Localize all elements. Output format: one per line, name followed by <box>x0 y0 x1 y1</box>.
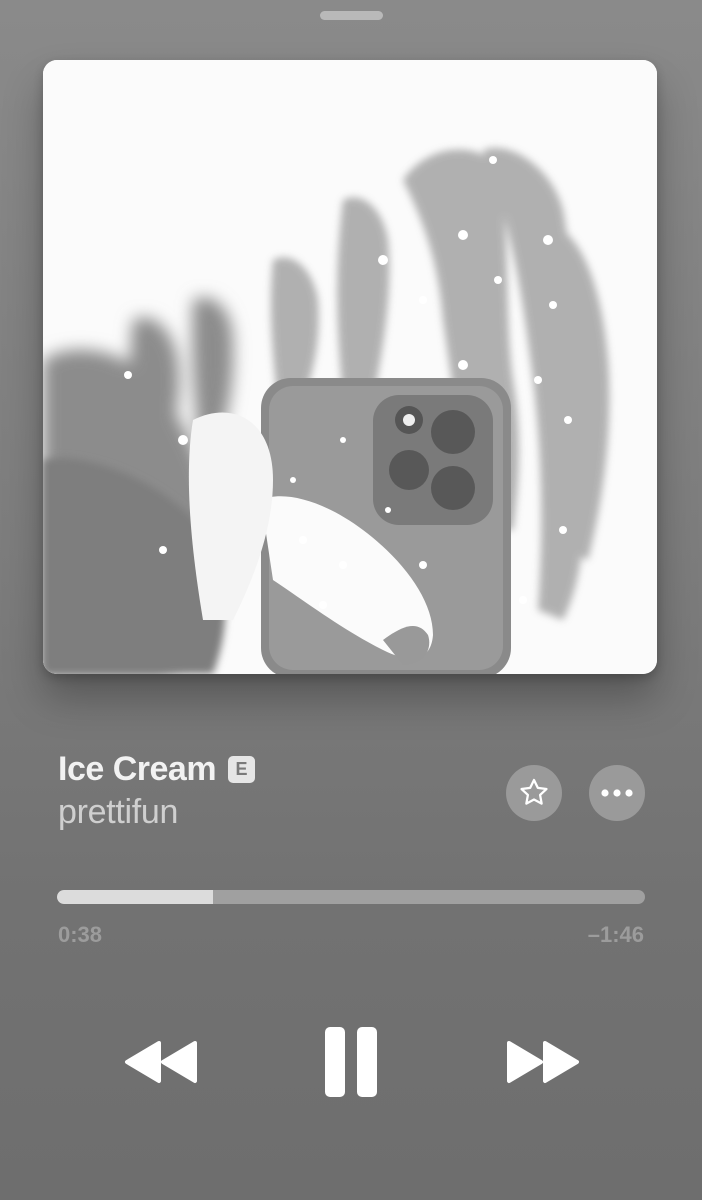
sheet-grabber[interactable] <box>320 11 383 20</box>
fast-forward-icon <box>507 1041 579 1083</box>
star-icon <box>520 778 548 805</box>
album-artwork <box>43 60 657 674</box>
favorite-button[interactable] <box>506 765 562 821</box>
artist-name[interactable]: prettifun <box>58 793 178 832</box>
pause-icon <box>325 1027 377 1097</box>
explicit-badge: E <box>228 756 256 783</box>
rewind-icon <box>125 1041 197 1083</box>
ellipsis-icon <box>601 789 633 797</box>
previous-track-button[interactable] <box>118 1030 204 1094</box>
progress-fill <box>57 890 213 904</box>
track-title-row: Ice Cream E <box>58 750 256 789</box>
more-options-button[interactable] <box>589 765 645 821</box>
remaining-time: –1:46 <box>587 922 644 947</box>
next-track-button[interactable] <box>500 1030 586 1094</box>
play-pause-button[interactable] <box>312 1022 390 1102</box>
song-title: Ice Cream <box>58 750 217 788</box>
progress-slider[interactable] <box>57 890 645 904</box>
elapsed-time: 0:38 <box>58 922 103 947</box>
